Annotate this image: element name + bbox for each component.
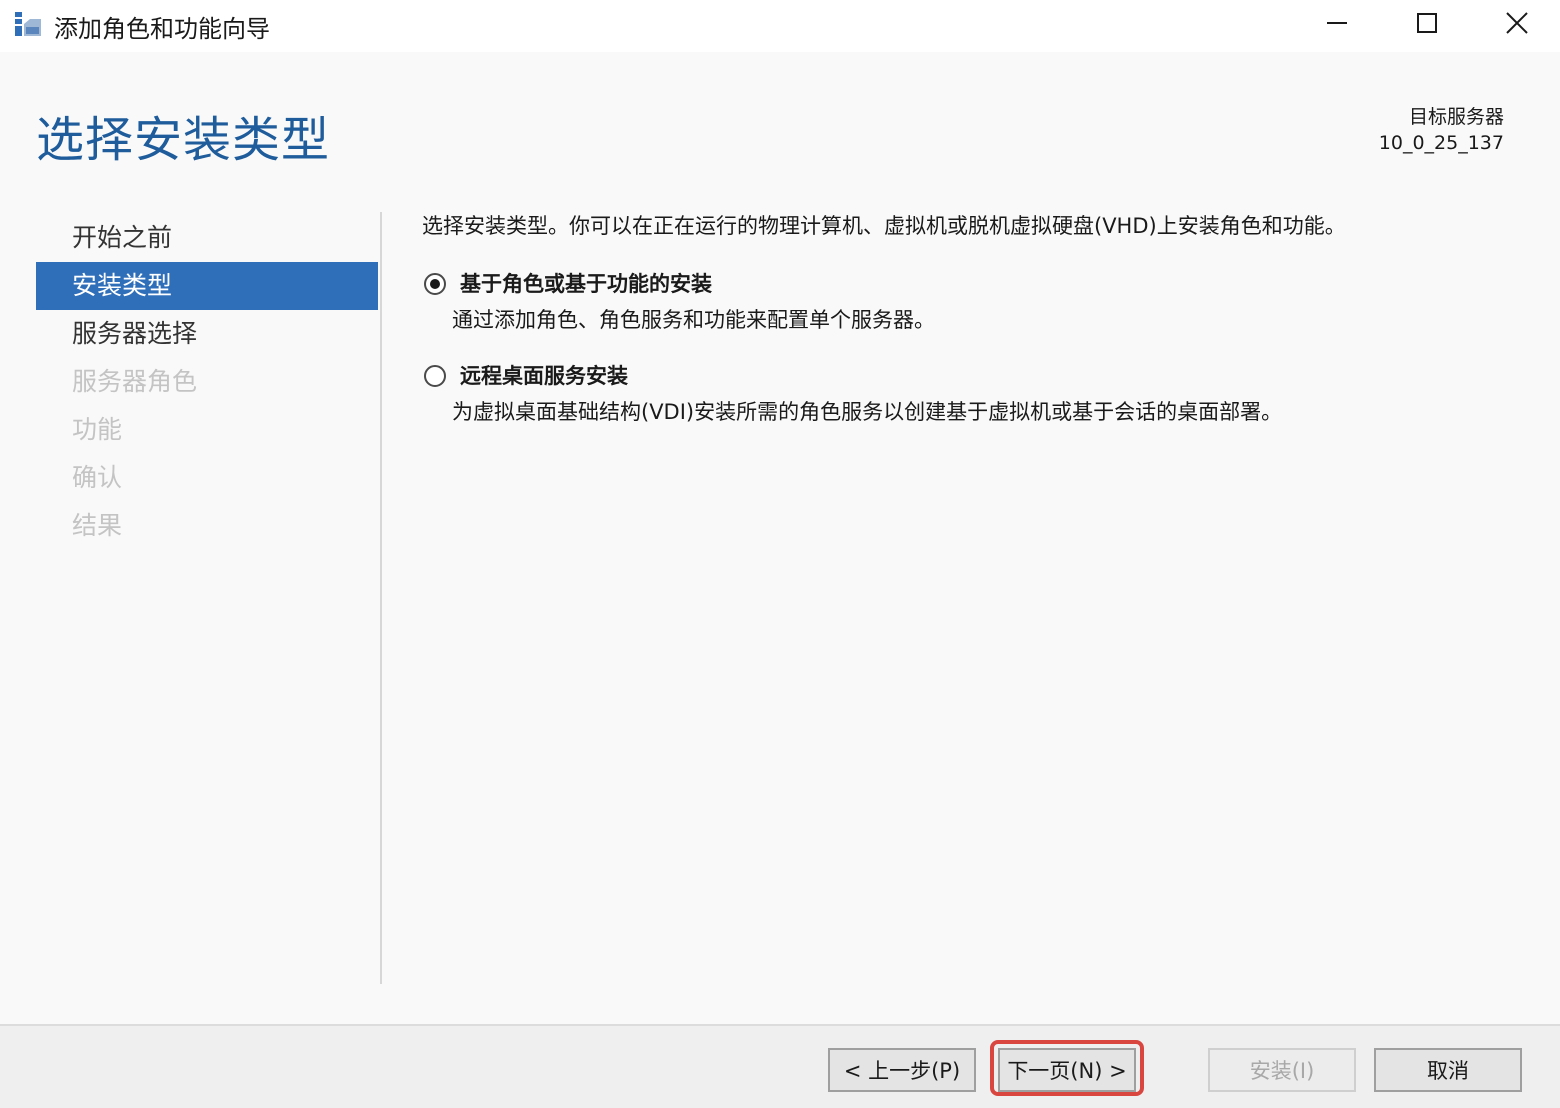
target-server-name: 10_0_25_137: [1378, 132, 1504, 154]
target-server-info: 目标服务器 10_0_25_137: [1379, 104, 1504, 156]
next-button-highlight: [990, 1040, 1144, 1096]
option-description: 为虚拟桌面基础结构(VDI)安装所需的角色服务以创建基于虚拟机或基于会话的桌面部…: [452, 400, 1283, 424]
nav-item-results: 结果: [72, 511, 123, 540]
target-server-label: 目标服务器: [1408, 106, 1504, 128]
maximize-button[interactable]: [1382, 0, 1472, 46]
minimize-button[interactable]: [1292, 0, 1382, 46]
cancel-button[interactable]: 取消: [1374, 1048, 1522, 1092]
radio-role-based[interactable]: [424, 273, 446, 295]
option-label[interactable]: 基于角色或基于功能的安装: [460, 270, 712, 298]
nav-divider: [380, 212, 382, 984]
window-title: 添加角色和功能向导: [54, 15, 270, 43]
radio-selected-dot: [430, 279, 440, 289]
title-bar: 添加角色和功能向导: [0, 0, 1560, 52]
page-title: 选择安装类型: [36, 112, 331, 168]
minimize-icon: [1327, 22, 1347, 24]
main-content: 选择安装类型。你可以在正在运行的物理计算机、虚拟机或脱机虚拟硬盘(VHD)上安装…: [422, 210, 1522, 424]
server-manager-icon: [15, 12, 41, 36]
install-button: 安装(I): [1208, 1048, 1356, 1092]
previous-button[interactable]: < 上一步(P): [828, 1048, 976, 1092]
close-button[interactable]: [1472, 0, 1560, 46]
maximize-icon: [1417, 13, 1437, 33]
intro-text: 选择安装类型。你可以在正在运行的物理计算机、虚拟机或脱机虚拟硬盘(VHD)上安装…: [422, 214, 1346, 238]
option-label[interactable]: 远程桌面服务安装: [460, 362, 628, 390]
wizard-steps-nav: 开始之前 安装类型 服务器选择 服务器角色 功能 确认 结果: [36, 214, 378, 550]
nav-item-server-roles: 服务器角色: [72, 367, 198, 396]
nav-item-features: 功能: [72, 415, 123, 444]
nav-item-installation-type[interactable]: 安装类型: [36, 262, 378, 310]
option-description: 通过添加角色、角色服务和功能来配置单个服务器。: [452, 308, 935, 332]
nav-item-confirmation: 确认: [72, 463, 123, 492]
nav-item-before-you-begin[interactable]: 开始之前: [36, 214, 378, 262]
nav-item-server-selection[interactable]: 服务器选择: [36, 310, 378, 358]
radio-remote-desktop[interactable]: [424, 365, 446, 387]
footer-bar: < 上一步(P) 下一页(N) > 安装(I) 取消: [0, 1024, 1560, 1108]
close-icon: [1506, 12, 1528, 34]
